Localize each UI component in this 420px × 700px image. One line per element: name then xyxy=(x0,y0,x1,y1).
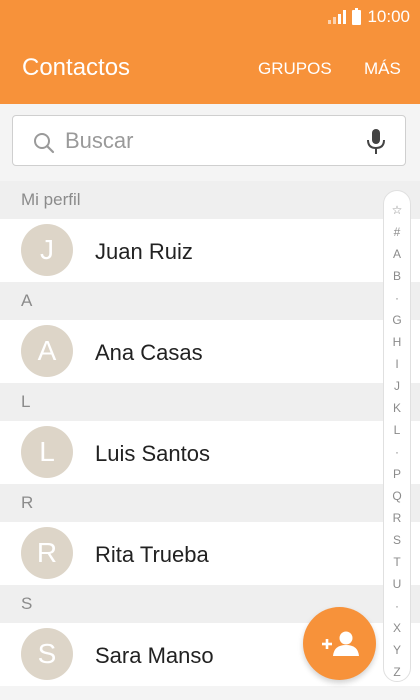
avatar: S xyxy=(21,628,73,680)
index-letter[interactable]: R xyxy=(384,511,410,525)
search-bar[interactable]: Buscar xyxy=(12,115,406,166)
index-letter[interactable]: X xyxy=(384,621,410,635)
contact-name: Rita Trueba xyxy=(95,542,209,567)
contact-name: Luis Santos xyxy=(95,441,210,466)
contact-name: Sara Manso xyxy=(95,643,214,668)
search-icon xyxy=(34,133,55,154)
avatar: R xyxy=(21,527,73,579)
section-header-my-profile: Mi perfil xyxy=(0,181,420,219)
avatar: J xyxy=(21,224,73,276)
section-header-l: L xyxy=(0,383,420,421)
index-letter[interactable]: I xyxy=(384,357,410,371)
battery-icon xyxy=(352,7,362,25)
index-letter[interactable]: K xyxy=(384,401,410,415)
index-letter[interactable]: T xyxy=(384,555,410,569)
contact-row[interactable]: A Ana Casas xyxy=(0,320,420,383)
add-contact-icon xyxy=(322,631,359,656)
more-button[interactable]: MÁS xyxy=(364,57,401,81)
contact-row[interactable]: R Rita Trueba xyxy=(0,522,420,585)
page-title: Contactos xyxy=(22,54,131,81)
index-letter[interactable]: S xyxy=(384,533,410,547)
index-letter[interactable]: A xyxy=(384,247,410,261)
status-time: 10:00 xyxy=(367,7,410,26)
avatar: L xyxy=(21,426,73,478)
avatar: A xyxy=(21,325,73,377)
index-letter[interactable]: · xyxy=(384,445,410,459)
contact-name: Ana Casas xyxy=(95,340,203,365)
mic-icon[interactable] xyxy=(365,128,387,156)
index-letter[interactable]: # xyxy=(384,225,410,239)
section-header-r: R xyxy=(0,484,420,522)
index-letter[interactable]: G xyxy=(384,313,410,327)
index-letter[interactable]: Z xyxy=(384,665,410,679)
signal-icon xyxy=(328,10,347,24)
search-input[interactable]: Buscar xyxy=(65,128,133,154)
status-bar: 10:00 xyxy=(328,6,410,28)
section-header-a: A xyxy=(0,282,420,320)
index-letter[interactable]: B xyxy=(384,269,410,283)
contact-row[interactable]: J Juan Ruiz xyxy=(0,219,420,282)
contact-row[interactable]: L Luis Santos xyxy=(0,421,420,484)
index-letter[interactable]: · xyxy=(384,599,410,613)
index-letter[interactable]: · xyxy=(384,291,410,305)
index-letter[interactable]: H xyxy=(384,335,410,349)
alphabet-index-bar[interactable]: ☆ # A B · G H I J K L · P Q R S T U · X … xyxy=(383,190,411,682)
groups-button[interactable]: GRUPOS xyxy=(258,57,332,81)
contact-name: Juan Ruiz xyxy=(95,239,193,264)
index-letter[interactable]: P xyxy=(384,467,410,481)
index-letter[interactable]: Q xyxy=(384,489,410,503)
add-contact-button[interactable] xyxy=(303,607,376,680)
index-letter[interactable]: Y xyxy=(384,643,410,657)
index-letter[interactable]: U xyxy=(384,577,410,591)
index-letter[interactable]: L xyxy=(384,423,410,437)
index-letter[interactable]: J xyxy=(384,379,410,393)
app-bar: 10:00 Contactos GRUPOS MÁS xyxy=(0,0,420,104)
index-letter[interactable]: ☆ xyxy=(384,203,410,217)
